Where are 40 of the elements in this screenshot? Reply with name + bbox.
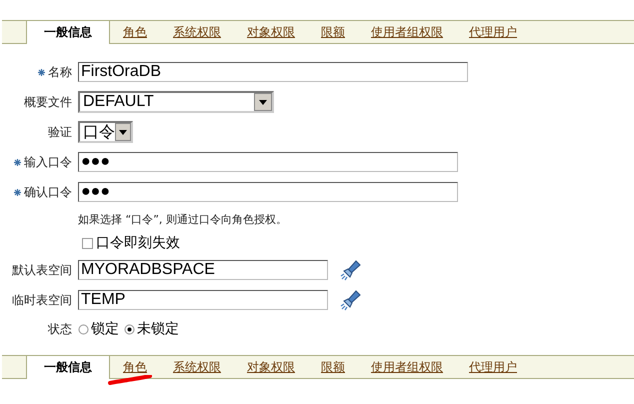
field-label: 状态 — [48, 320, 72, 338]
tab[interactable]: 使用者组权限 — [358, 356, 456, 378]
tab[interactable]: 角色 — [110, 356, 160, 378]
field-label: 名称 — [48, 64, 72, 80]
radio-label: 锁定 — [91, 320, 119, 338]
field-label: 临时表空间 — [12, 292, 72, 308]
field-label: 输入口令 — [24, 154, 72, 170]
tab[interactable]: 角色 — [110, 21, 160, 43]
password-field[interactable]: ●●● — [78, 152, 458, 172]
password-field[interactable]: ●●● — [78, 182, 458, 202]
input-field[interactable]: TEMP — [78, 290, 328, 310]
input-field[interactable]: FirstOraDB — [78, 62, 468, 82]
flashlight-icon[interactable] — [338, 258, 362, 282]
caret-icon — [119, 130, 127, 134]
tab[interactable]: 系统权限 — [160, 356, 234, 378]
flashlight-icon[interactable] — [338, 288, 362, 312]
caret-icon — [259, 100, 267, 104]
tab[interactable]: 系统权限 — [160, 21, 234, 43]
checkbox[interactable] — [82, 238, 93, 248]
dropdown[interactable]: DEFAULT — [78, 91, 274, 113]
tab[interactable]: 一般信息 — [27, 356, 110, 379]
input-field[interactable]: MYORADBSPACE — [78, 260, 328, 280]
tab[interactable]: 限额 — [308, 21, 358, 43]
tab[interactable]: 代理用户 — [456, 356, 530, 378]
field-label: 确认口令 — [24, 184, 72, 200]
tab[interactable]: 对象权限 — [234, 21, 308, 43]
field-label: 默认表空间 — [12, 262, 72, 278]
tab[interactable]: 使用者组权限 — [358, 21, 456, 43]
radio-button[interactable] — [78, 324, 89, 334]
checkbox-label: 口令即刻失效 — [96, 234, 180, 252]
dropdown[interactable]: 口令 — [78, 121, 133, 143]
radio-button[interactable] — [124, 324, 135, 334]
tab[interactable]: 一般信息 — [27, 21, 110, 44]
tab[interactable]: 限额 — [308, 356, 358, 378]
radio-label: 未锁定 — [137, 320, 179, 338]
field-label: 概要文件 — [24, 94, 72, 110]
hint-text: 如果选择 “口令”, 则通过口令向角色授权。 — [78, 212, 287, 226]
tab[interactable]: 对象权限 — [234, 356, 308, 378]
field-label: 验证 — [48, 124, 72, 140]
tab[interactable]: 代理用户 — [456, 21, 530, 43]
